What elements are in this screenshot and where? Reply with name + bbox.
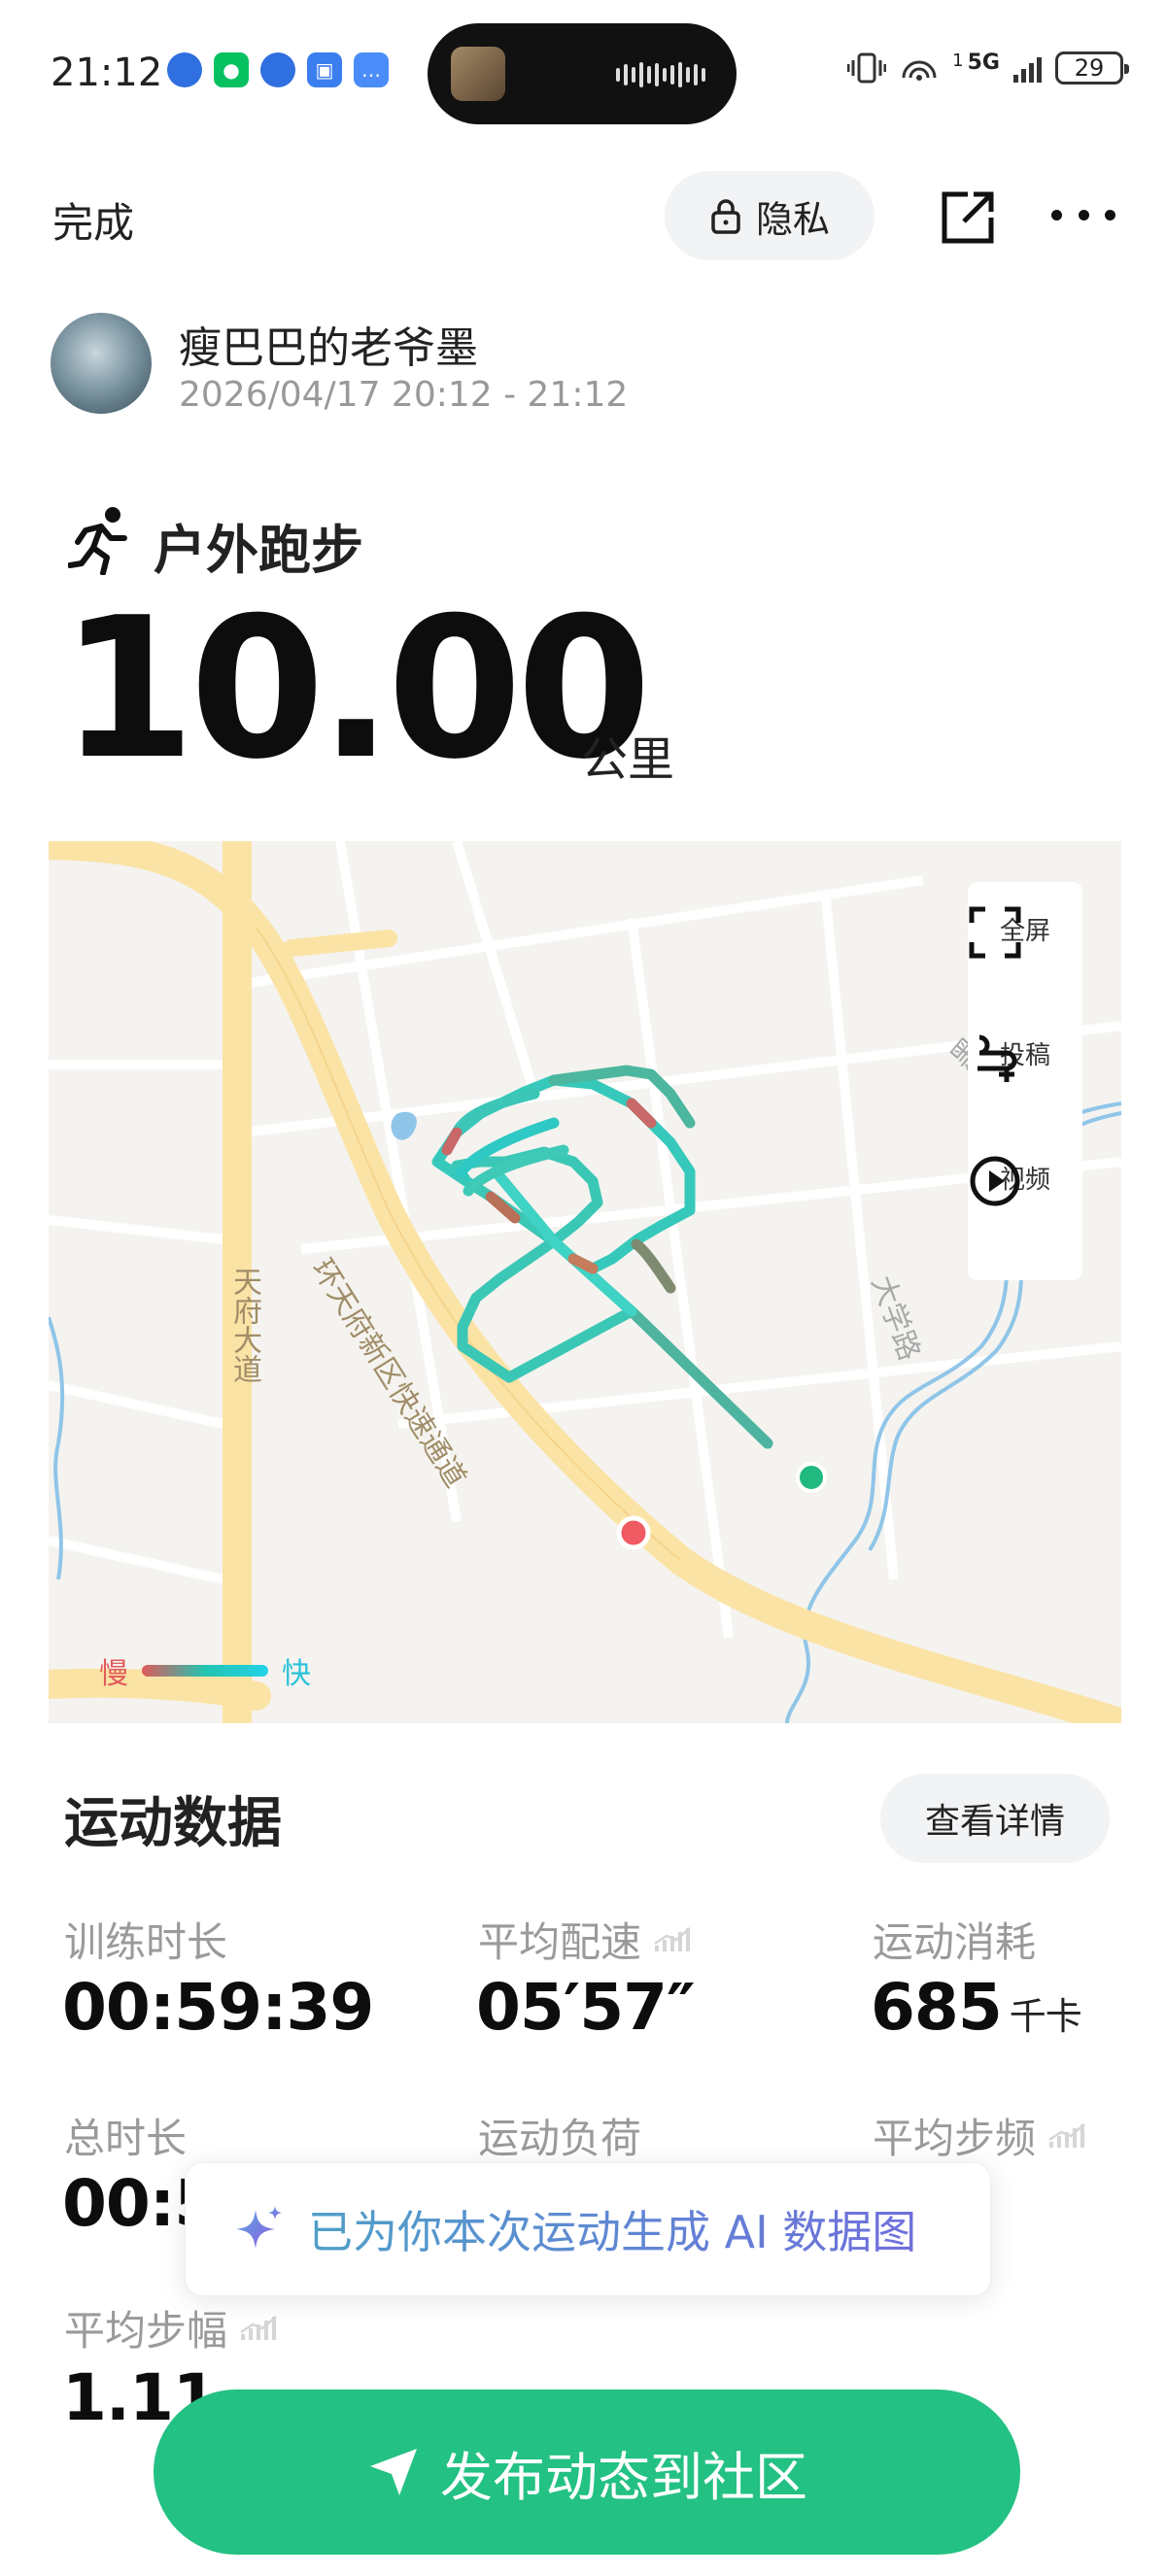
activity-type: 户外跑步 [154, 520, 363, 581]
app-notification-icon: ▣ [307, 52, 342, 87]
network-type: 5G [967, 50, 1000, 75]
vibrate-icon [847, 52, 887, 84]
signal-icon [1013, 53, 1042, 83]
message-icon: … [354, 52, 389, 87]
wechat-icon: ● [214, 52, 249, 87]
status-bar: 21:12 ● ▣ … 1 5G 29 [0, 0, 1166, 146]
app-notification-icon [260, 52, 295, 87]
trend-chart-icon [1048, 2122, 1085, 2148]
trend-chart-icon [654, 1926, 691, 1951]
speed-gradient-bar [142, 1665, 268, 1677]
more-icon[interactable] [1051, 200, 1115, 229]
send-icon [370, 2449, 417, 2495]
route-start-marker [796, 1462, 827, 1493]
done-button[interactable]: 完成 [52, 190, 134, 250]
legend-slow: 慢 [99, 1657, 128, 1691]
calories-unit: 千卡 [1009, 1995, 1082, 2038]
speed-legend: 慢 快 [99, 1649, 311, 1692]
ai-tip-text: 已为你本次运动生成 AI 数据图 [308, 2197, 916, 2261]
running-icon [68, 507, 127, 575]
fullscreen-button[interactable]: 全屏 [968, 905, 1082, 959]
route-map[interactable]: 天府大道 环天府新区快速通道 大学路 黑大路 全屏 投稿 视频 慢 [49, 841, 1121, 1723]
hotspot-icon [902, 60, 937, 81]
status-time: 21:12 [51, 51, 163, 95]
publish-label: 发布动态到社区 [440, 2446, 807, 2508]
stat-label-avg-pace[interactable]: 平均配速 [478, 1910, 692, 1969]
notification-icons: ● ▣ … [167, 52, 389, 87]
submit-route-button[interactable]: 投稿 [968, 1030, 1082, 1082]
stat-label-avg-stride[interactable]: 平均步幅 [64, 2298, 278, 2357]
ai-chart-tip[interactable]: 已为你本次运动生成 AI 数据图 [185, 2162, 991, 2296]
map-label-tianfu: 天府大道 [227, 1267, 261, 1383]
stat-label-training-load: 运动负荷 [478, 2115, 642, 2162]
video-button[interactable]: 视频 [968, 1154, 1082, 1206]
sparkle-icon [236, 2206, 282, 2249]
play-video-icon [970, 1156, 1020, 1206]
audio-wave-icon [616, 62, 705, 87]
system-icons: 1 5G 29 [847, 50, 1129, 85]
distance-unit: 公里 [581, 732, 675, 787]
section-title: 运动数据 [64, 1792, 282, 1855]
privacy-label: 隐私 [755, 197, 830, 241]
publish-to-community-button[interactable]: 发布动态到社区 [154, 2390, 1020, 2555]
stat-value-calories: 685 千卡 [871, 1970, 1082, 2045]
stat-label-total-time: 总时长 [64, 2115, 188, 2162]
route-end-marker [616, 1515, 651, 1550]
stat-label-training-time: 训练时长 [64, 1918, 228, 1966]
map-canvas [49, 841, 1121, 1723]
stat-label-avg-cadence[interactable]: 平均步频 [873, 2106, 1086, 2165]
signal-sup: 1 [952, 50, 964, 71]
battery-level: 29 [1074, 54, 1105, 82]
app-notification-icon [167, 52, 202, 87]
stat-label-calories: 运动消耗 [873, 1918, 1037, 1966]
music-cover-thumbnail [451, 47, 505, 101]
route-submit-icon [977, 1034, 1017, 1082]
stat-value-training-time: 00:59:39 [62, 1970, 374, 2045]
username: 瘦巴巴的老爷墨 [179, 323, 478, 373]
trend-chart-icon [240, 2315, 277, 2340]
share-icon[interactable] [939, 188, 997, 247]
distance-value: 10.00 [60, 576, 652, 802]
avatar[interactable] [51, 313, 152, 414]
dynamic-island[interactable] [428, 23, 737, 124]
lock-icon [711, 199, 740, 234]
activity-datetime: 2026/04/17 20:12 - 21:12 [179, 375, 629, 415]
legend-fast: 快 [282, 1657, 311, 1691]
stat-value-avg-pace: 05′57″ [476, 1970, 696, 2045]
fullscreen-icon [969, 906, 1021, 959]
battery-icon: 29 [1055, 51, 1129, 85]
privacy-button[interactable]: 隐私 [665, 171, 874, 260]
view-details-button[interactable]: 查看详情 [880, 1774, 1110, 1863]
map-toolbar: 全屏 投稿 视频 [968, 882, 1082, 1280]
